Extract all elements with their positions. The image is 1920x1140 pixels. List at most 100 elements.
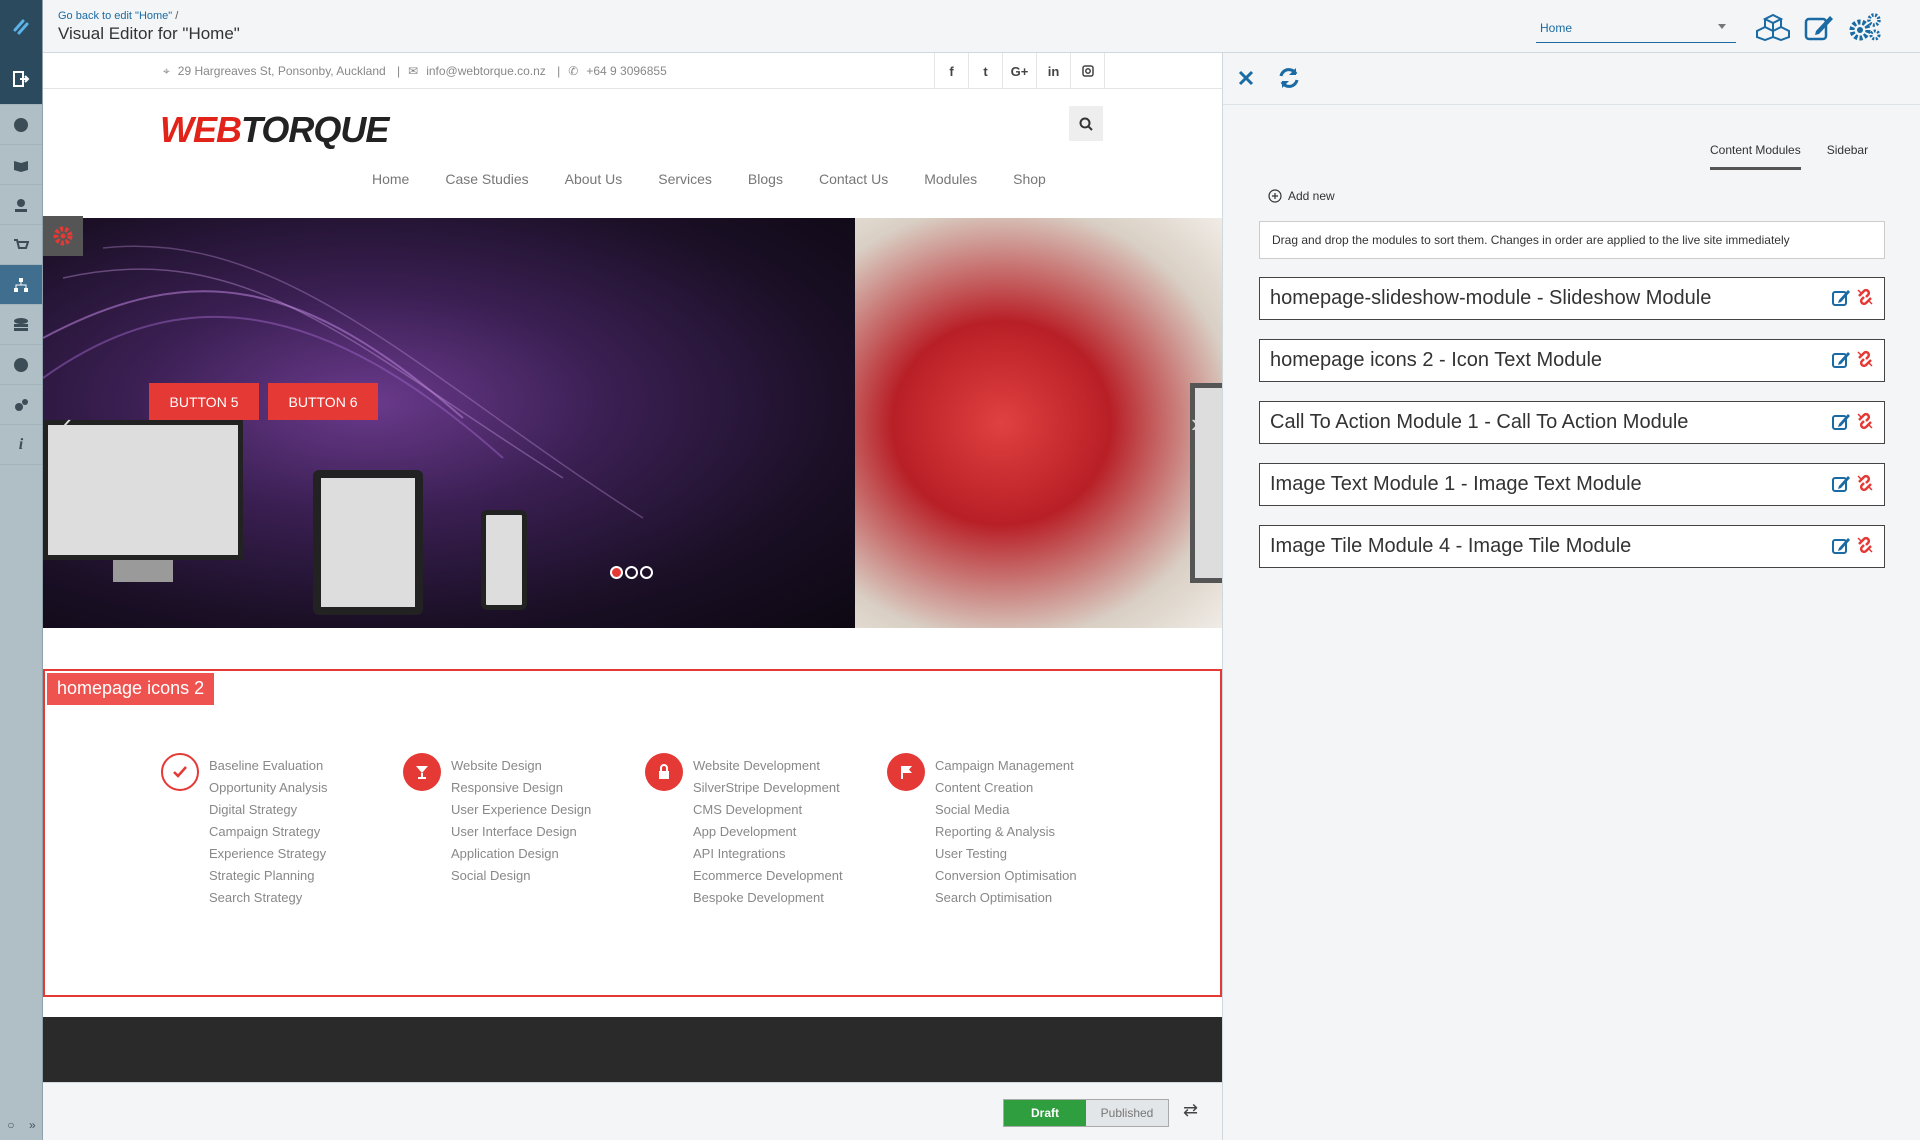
icon-column-list: Website Design Responsive Design User Expe… xyxy=(451,755,591,887)
module-row[interactable]: homepage-slideshow-module - Slideshow Mo… xyxy=(1259,277,1885,320)
nav-services[interactable]: Services xyxy=(658,171,712,187)
dashboard-icon[interactable] xyxy=(0,105,42,145)
linkedin-icon[interactable]: in xyxy=(1037,53,1071,89)
unlink-module-icon[interactable] xyxy=(1856,412,1874,436)
page-title: Visual Editor for "Home" xyxy=(58,24,240,43)
service-item: Social Design xyxy=(451,868,531,883)
map-pin-icon[interactable] xyxy=(0,185,42,225)
module-row[interactable]: Image Text Module 1 - Image Text Module xyxy=(1259,463,1885,506)
facebook-icon[interactable]: f xyxy=(935,53,969,89)
cart-icon[interactable] xyxy=(0,225,42,265)
slider-next-arrow-icon[interactable]: › xyxy=(1191,408,1200,439)
sitemap-icon[interactable] xyxy=(0,265,42,305)
service-item: User Experience Design xyxy=(451,802,592,817)
module-label: homepage icons 2 xyxy=(47,673,215,705)
google-plus-icon[interactable]: G+ xyxy=(1003,53,1037,89)
slider-button-5[interactable]: BUTTON 5 xyxy=(149,383,259,420)
phone-text: +64 9 3096855 xyxy=(586,64,667,78)
slider-dot[interactable] xyxy=(625,566,638,579)
slider-dot[interactable] xyxy=(640,566,653,579)
book-icon[interactable] xyxy=(0,145,42,185)
circle-icon[interactable]: ○ xyxy=(7,1118,14,1132)
service-item: Baseline Evaluation xyxy=(209,758,324,773)
expand-icon[interactable]: » xyxy=(29,1118,36,1132)
modules-panel: Content Modules Sidebar Add new Drag and… xyxy=(1222,53,1920,1140)
gears-icon[interactable] xyxy=(0,385,42,425)
search-icon[interactable] xyxy=(1069,106,1103,141)
left-rail: i ○ » xyxy=(0,0,43,1140)
page-select-value: Home xyxy=(1540,21,1573,35)
icon-text-module[interactable]: homepage icons 2 Baseline Evaluation Oppo… xyxy=(43,669,1222,997)
phone-icon: ✆ xyxy=(568,64,579,78)
slider-button-6[interactable]: BUTTON 6 xyxy=(268,383,378,420)
edit-icon[interactable] xyxy=(1801,11,1837,43)
unlink-module-icon[interactable] xyxy=(1856,350,1874,374)
flag-icon xyxy=(887,753,925,791)
slider-prev-arrow-icon[interactable]: ‹ xyxy=(63,408,72,439)
module-row-label: Call To Action Module 1 - Call To Action… xyxy=(1270,411,1689,433)
next-module-image xyxy=(43,1017,1222,1082)
module-row[interactable]: homepage icons 2 - Icon Text Module xyxy=(1259,339,1885,382)
module-row-label: homepage icons 2 - Icon Text Module xyxy=(1270,349,1603,371)
nav-blogs[interactable]: Blogs xyxy=(748,171,783,187)
add-new-button[interactable]: Add new xyxy=(1268,189,1335,203)
service-item: Search Strategy xyxy=(209,890,303,905)
draft-button[interactable]: Draft xyxy=(1004,1100,1086,1126)
nav-contact-us[interactable]: Contact Us xyxy=(819,171,888,187)
tab-content-modules[interactable]: Content Modules xyxy=(1710,143,1801,170)
module-row[interactable]: Image Tile Module 4 - Image Tile Module xyxy=(1259,525,1885,568)
edit-module-icon[interactable] xyxy=(1832,350,1850,374)
lock-icon xyxy=(645,753,683,791)
breadcrumb: Go back to edit "Home" / xyxy=(58,10,178,22)
slider-dot[interactable] xyxy=(610,566,623,579)
cubes-icon[interactable] xyxy=(1755,11,1791,43)
unlink-module-icon[interactable] xyxy=(1856,536,1874,560)
service-item: Conversion Optimisation xyxy=(935,868,1077,883)
service-item: Ecommerce Development xyxy=(693,868,843,883)
monitor-stand xyxy=(113,560,173,582)
nav-home[interactable]: Home xyxy=(372,171,409,187)
chevron-down-icon xyxy=(1718,24,1726,29)
twitter-icon[interactable]: t xyxy=(969,53,1003,89)
envelope-icon: ✉ xyxy=(408,64,419,78)
nav-about-us[interactable]: About Us xyxy=(565,171,623,187)
breadcrumb-back-link[interactable]: Go back to edit "Home" xyxy=(58,10,172,22)
page-select[interactable]: Home xyxy=(1536,16,1736,43)
close-icon[interactable] xyxy=(1237,69,1255,92)
icon-column-list: Campaign Management Content Creation Socia… xyxy=(935,755,1077,909)
module-settings-gear-icon[interactable] xyxy=(43,216,83,256)
published-button[interactable]: Published xyxy=(1086,1100,1168,1126)
edit-module-icon[interactable] xyxy=(1832,288,1850,312)
database-icon[interactable] xyxy=(0,305,42,345)
site-logo[interactable]: WEBTORQUE xyxy=(160,109,389,151)
instagram-icon[interactable] xyxy=(1071,53,1105,89)
site-preview: ⌖ 29 Hargreaves St, Ponsonby, Auckland | ✉… xyxy=(43,53,1222,1082)
exit-icon[interactable] xyxy=(0,53,42,105)
swap-arrows-icon[interactable]: ⇄ xyxy=(1183,1100,1198,1121)
nav-case-studies[interactable]: Case Studies xyxy=(445,171,528,187)
cms-logo-icon[interactable] xyxy=(0,0,42,53)
service-item: Digital Strategy xyxy=(209,802,298,817)
hero-slider[interactable]: BUTTON 5 BUTTON 6 ‹ › xyxy=(43,218,1222,628)
edit-module-icon[interactable] xyxy=(1832,412,1850,436)
stage-toggle: Draft Published xyxy=(1003,1099,1169,1127)
tab-sidebar[interactable]: Sidebar xyxy=(1827,143,1868,170)
nav-modules[interactable]: Modules xyxy=(924,171,977,187)
refresh-icon[interactable] xyxy=(1277,66,1301,95)
email-link[interactable]: info@webtorque.co.nz xyxy=(426,64,546,78)
settings-gears-icon[interactable] xyxy=(1847,11,1883,43)
site-nav: Home Case Studies About Us Services Blog… xyxy=(372,171,1082,187)
service-item: Website Design xyxy=(451,758,542,773)
service-item: Campaign Strategy xyxy=(209,824,321,839)
edit-module-icon[interactable] xyxy=(1832,474,1850,498)
unlink-module-icon[interactable] xyxy=(1856,474,1874,498)
panel-toolbar xyxy=(1223,53,1920,105)
palette-icon[interactable] xyxy=(0,345,42,385)
module-row[interactable]: Call To Action Module 1 - Call To Action… xyxy=(1259,401,1885,444)
edit-module-icon[interactable] xyxy=(1832,536,1850,560)
slide-image-devices xyxy=(43,218,855,628)
slide-image-red-flowers xyxy=(855,218,1222,628)
nav-shop[interactable]: Shop xyxy=(1013,171,1046,187)
info-icon[interactable]: i xyxy=(0,425,42,465)
unlink-module-icon[interactable] xyxy=(1856,288,1874,312)
